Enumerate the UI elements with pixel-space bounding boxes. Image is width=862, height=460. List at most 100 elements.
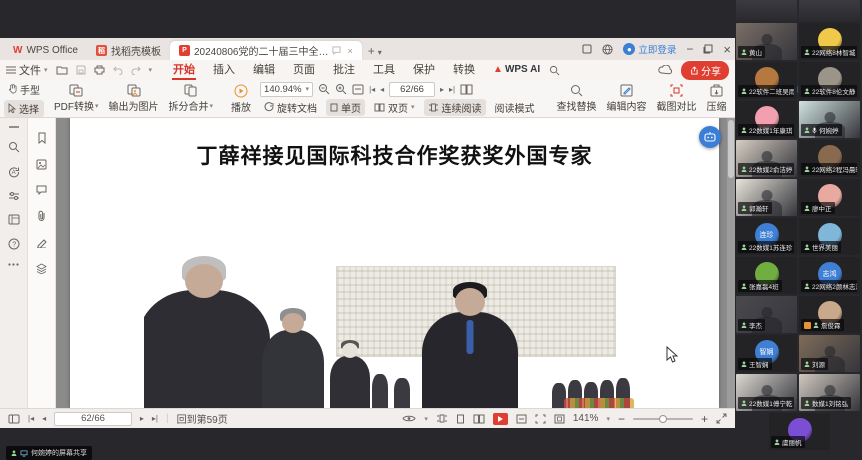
bookmark-icon[interactable] bbox=[37, 132, 47, 144]
tab-comment-icon[interactable] bbox=[332, 46, 341, 55]
participant-tile[interactable]: 张嘉磊4班 bbox=[736, 257, 797, 294]
menu-tab-convert[interactable]: 转换 bbox=[444, 60, 484, 80]
read-mode-button[interactable]: 阅读模式 bbox=[491, 99, 539, 116]
continuous-read-button[interactable]: 连续阅读 bbox=[424, 99, 486, 116]
last-page-icon[interactable]: ▸| bbox=[449, 85, 455, 94]
zoom-in-button[interactable]: + bbox=[701, 412, 708, 426]
cloud-sync-icon[interactable] bbox=[658, 65, 672, 75]
settings-sliders-icon[interactable] bbox=[8, 191, 20, 201]
double-page-icon[interactable] bbox=[473, 414, 485, 424]
participant-tile-partial[interactable] bbox=[799, 0, 860, 21]
file-menu[interactable]: 文件 ▾ bbox=[6, 62, 48, 78]
compress-button[interactable]: 压缩 bbox=[702, 83, 732, 114]
open-folder-icon[interactable] bbox=[56, 65, 68, 75]
fit-width-icon[interactable] bbox=[516, 414, 527, 424]
participant-tile[interactable]: 连珍22数媒1苏连珍 bbox=[736, 218, 797, 255]
menu-tab-edit[interactable]: 编辑 bbox=[244, 60, 284, 80]
fullscreen-icon[interactable] bbox=[716, 413, 727, 424]
book-view-icon[interactable] bbox=[460, 84, 473, 95]
zoom-slider-knob[interactable] bbox=[659, 415, 667, 423]
last-page-icon[interactable]: ▸| bbox=[152, 414, 158, 423]
zoom-input[interactable]: 140.94%▾ bbox=[260, 82, 313, 97]
first-page-icon[interactable]: |◂ bbox=[369, 85, 375, 94]
participant-tile[interactable]: 志鸿22网络2颜林志鸿 bbox=[799, 257, 860, 294]
participant-tile[interactable]: 22网络8林智城 bbox=[799, 23, 860, 60]
prev-page-icon[interactable]: ◂ bbox=[42, 414, 46, 423]
menu-tab-wps-ai[interactable]: ▲WPS AI bbox=[484, 60, 549, 80]
close-window-icon[interactable]: × bbox=[723, 43, 731, 56]
participant-tile[interactable]: 郭瀚轩 bbox=[736, 179, 797, 216]
participant-tile[interactable]: 22网络2程冯晨曦 bbox=[799, 140, 860, 177]
toggle-sidebar-icon[interactable] bbox=[8, 414, 20, 424]
more-icon[interactable] bbox=[8, 263, 19, 266]
play-button[interactable]: 播放 bbox=[226, 83, 256, 115]
menu-tab-home[interactable]: 开始 bbox=[164, 60, 204, 80]
participant-tile[interactable]: 世界美丽 bbox=[799, 218, 860, 255]
search-icon[interactable] bbox=[549, 65, 560, 76]
chevron-down-icon[interactable]: ▾ bbox=[606, 415, 610, 423]
search-doc-icon[interactable] bbox=[8, 141, 20, 153]
double-page-button[interactable]: 双页▾ bbox=[370, 99, 419, 116]
menu-tab-insert[interactable]: 插入 bbox=[204, 60, 244, 80]
eye-view-icon[interactable] bbox=[402, 414, 416, 423]
help-icon[interactable]: ? bbox=[8, 238, 20, 250]
page-number-input[interactable]: 62/66 bbox=[54, 412, 132, 426]
participant-tile[interactable]: 何婉婷 bbox=[799, 101, 860, 138]
participant-tile[interactable]: 智娴王智娴 bbox=[736, 335, 797, 372]
single-page-button[interactable]: 单页 bbox=[326, 99, 365, 116]
hand-tool-button[interactable]: 手型 bbox=[4, 81, 44, 98]
tab-document[interactable]: P 20240806党的二十届三中全… × bbox=[170, 41, 362, 60]
continuous-read-icon[interactable] bbox=[436, 414, 448, 423]
chevron-down-icon[interactable]: ▾ bbox=[424, 415, 428, 423]
next-page-icon[interactable]: ▸ bbox=[140, 414, 144, 423]
zoom-in-icon[interactable] bbox=[335, 83, 347, 95]
attachment-icon[interactable] bbox=[37, 210, 47, 222]
pdf-page[interactable]: 丁薛祥接见国际科技合作奖获奖外国专家 bbox=[70, 118, 719, 408]
zoom-percent[interactable]: 141% bbox=[573, 413, 599, 424]
layers-icon[interactable] bbox=[36, 263, 47, 274]
participant-tile[interactable]: 詹俊霖 bbox=[799, 296, 860, 333]
single-page-icon[interactable] bbox=[456, 414, 465, 424]
rotate-doc-button[interactable]: 旋转文档 bbox=[260, 99, 321, 116]
redo-icon[interactable] bbox=[131, 66, 141, 75]
find-replace-button[interactable]: 查找替换 bbox=[552, 83, 602, 114]
menu-tab-page[interactable]: 页面 bbox=[284, 60, 324, 80]
edit-content-button[interactable]: 编辑内容 bbox=[602, 83, 652, 114]
zoom-slider[interactable] bbox=[633, 418, 693, 420]
zoom-out-icon[interactable] bbox=[318, 83, 330, 95]
tab-close-icon[interactable]: × bbox=[347, 46, 352, 56]
tab-list-chevron-icon[interactable]: ▾ bbox=[378, 48, 382, 57]
select-tool-button[interactable]: 选择 bbox=[4, 100, 44, 117]
participant-tile[interactable]: 22数媒2俞洁婷 bbox=[736, 140, 797, 177]
fit-page-icon[interactable] bbox=[535, 414, 546, 424]
new-tab-button[interactable]: + bbox=[368, 44, 375, 58]
prev-page-icon[interactable]: ◂ bbox=[380, 85, 384, 94]
menu-tab-annotate[interactable]: 批注 bbox=[324, 60, 364, 80]
participant-tile-partial[interactable] bbox=[736, 0, 797, 21]
tab-wps-home[interactable]: W WPS Office bbox=[4, 41, 87, 60]
screen-share-banner[interactable]: 何婉婷的屏幕共享 bbox=[6, 446, 92, 460]
thumbnail-icon[interactable] bbox=[36, 159, 47, 170]
maximize-icon[interactable] bbox=[703, 44, 713, 54]
assistant-fab-button[interactable] bbox=[699, 126, 721, 148]
comment-panel-icon[interactable] bbox=[36, 185, 47, 195]
page-layout-icon[interactable] bbox=[8, 214, 20, 225]
participant-tile[interactable]: 黄山 bbox=[736, 23, 797, 60]
collapse-panel-icon[interactable] bbox=[9, 126, 19, 128]
participant-tile[interactable]: 22软件二班吴雨晨 bbox=[736, 62, 797, 99]
first-page-icon[interactable]: |◂ bbox=[28, 414, 34, 423]
document-canvas[interactable]: 丁薛祥接见国际科技合作奖获奖外国专家 bbox=[56, 118, 735, 408]
save-icon[interactable] bbox=[76, 65, 86, 75]
print-icon[interactable] bbox=[94, 65, 105, 75]
translate-icon[interactable]: A bbox=[8, 166, 20, 178]
fit-page-icon[interactable] bbox=[352, 84, 364, 95]
chevron-down-icon[interactable]: ▾ bbox=[149, 66, 153, 74]
menu-tab-tools[interactable]: 工具 bbox=[364, 60, 404, 80]
participant-tile[interactable]: 廖中正 bbox=[799, 179, 860, 216]
share-button[interactable]: 分享 bbox=[681, 61, 729, 80]
next-page-icon[interactable]: ▸ bbox=[440, 85, 444, 94]
tab-docer-templates[interactable]: 稻 找稻壳模板 bbox=[87, 41, 170, 60]
participant-tile[interactable]: 22软件8伦文静 bbox=[799, 62, 860, 99]
undo-icon[interactable] bbox=[113, 66, 123, 75]
login-button[interactable]: ● 立即登录 bbox=[623, 42, 676, 56]
